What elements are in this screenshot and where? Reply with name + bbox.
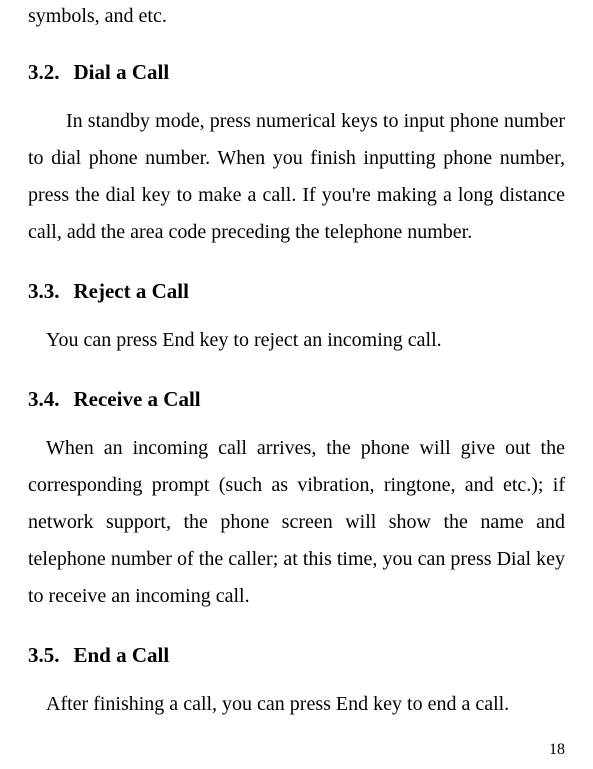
section-heading-3-4: 3.4. Receive a Call (28, 387, 565, 412)
section-body-3-3: You can press End key to reject an incom… (28, 322, 565, 359)
section-heading-3-2: 3.2. Dial a Call (28, 60, 565, 85)
section-title: Reject a Call (74, 279, 189, 303)
section-heading-3-3: 3.3. Reject a Call (28, 279, 565, 304)
section-body-3-5: After finishing a call, you can press En… (28, 686, 565, 723)
section-title: Dial a Call (74, 60, 170, 84)
section-body-3-4: When an incoming call arrives, the phone… (28, 430, 565, 615)
document-page: symbols, and etc. 3.2. Dial a Call In sta… (28, 0, 565, 723)
section-body-3-2: In standby mode, press numerical keys to… (28, 103, 565, 251)
fragment-text: symbols, and etc. (28, 0, 565, 32)
section-title: End a Call (74, 643, 170, 667)
section-number: 3.3. (28, 279, 60, 303)
section-number: 3.2. (28, 60, 60, 84)
section-heading-3-5: 3.5. End a Call (28, 643, 565, 668)
page-number: 18 (549, 741, 565, 759)
section-number: 3.4. (28, 387, 60, 411)
section-number: 3.5. (28, 643, 60, 667)
section-title: Receive a Call (74, 387, 201, 411)
